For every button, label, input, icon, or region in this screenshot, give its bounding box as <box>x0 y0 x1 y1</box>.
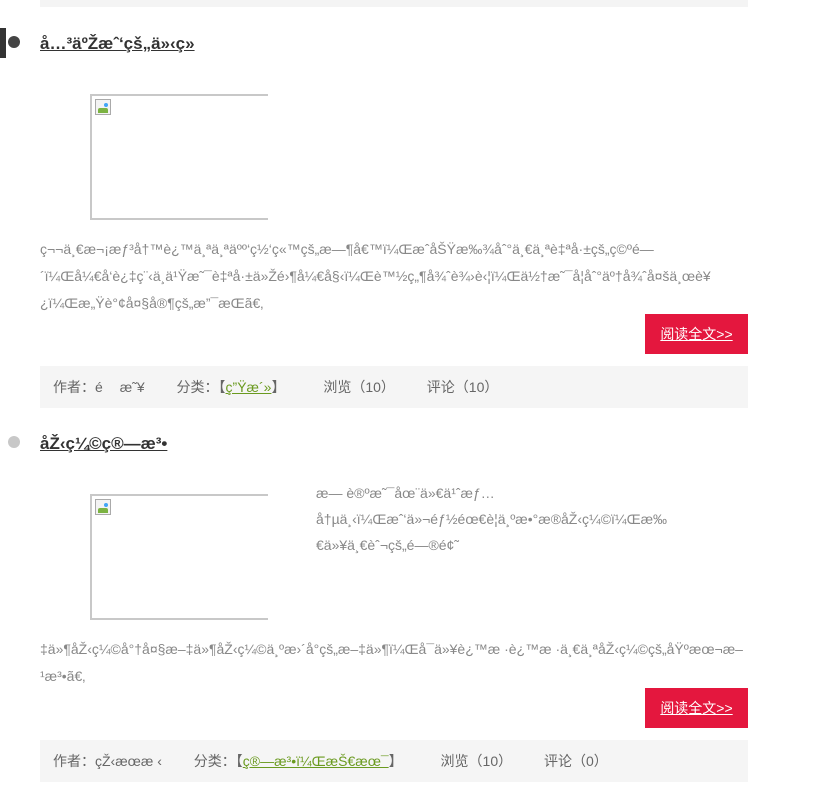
view-count: 浏览（10） <box>323 379 395 395</box>
author-name: éæ˜¥ <box>95 379 145 395</box>
view-count: 浏览（10） <box>440 753 513 769</box>
post-meta-bar: 作者：çŽ‹æœæ ‹ 分类：【ç®—æ³•ï¼ŒæŠ€æœ¯】 浏览（10） … <box>40 740 748 782</box>
category-info: 分类：【ç”Ÿæ´»】 <box>176 379 286 395</box>
author-name: çŽ‹æœæ ‹ <box>95 753 162 769</box>
timeline-dot <box>8 436 20 448</box>
category-label: 分类： <box>176 379 219 395</box>
read-more-button[interactable]: 阅读全文>> <box>645 314 748 354</box>
broken-image-icon <box>95 499 111 515</box>
post-title-link[interactable]: å…³äºŽæˆ‘çš„ä»‹ç» <box>40 34 195 54</box>
post-meta-bar: 作者：éæ˜¥ 分类：【ç”Ÿæ´»】 浏览（10） 评论（10） <box>40 366 748 408</box>
post-title-link[interactable]: åŽ‹ç¼©ç®—æ³• <box>40 434 167 454</box>
author-info: 作者：çŽ‹æœæ ‹ <box>53 753 162 769</box>
top-divider <box>40 0 748 7</box>
author-label: 作者： <box>53 379 95 395</box>
read-more-button[interactable]: 阅读全文>> <box>645 688 748 728</box>
broken-image-icon <box>95 99 111 115</box>
category-label: 分类： <box>193 753 236 769</box>
timeline-dot <box>8 36 20 48</box>
post-thumbnail[interactable] <box>90 94 268 220</box>
post-thumbnail[interactable] <box>90 494 268 620</box>
category-info: 分类：【ç®—æ³•ï¼ŒæŠ€æœ¯】 <box>193 753 403 769</box>
comment-count[interactable]: 评论（10） <box>427 379 499 395</box>
timeline-marker <box>0 28 6 58</box>
author-info: 作者：éæ˜¥ <box>53 379 145 395</box>
author-label: 作者： <box>53 753 95 769</box>
category-link[interactable]: ç®—æ³•ï¼ŒæŠ€æœ¯ <box>243 753 389 769</box>
comment-count[interactable]: 评论（0） <box>544 753 608 769</box>
post-excerpt: ç¬¬ä¸€æ¬¡æƒ³å†™è¿™ä¸ªä¸ªäºº‘ç½‘ç«™çš„æ—¶… <box>40 241 711 311</box>
post-side-excerpt: æ— è®ºæ˜¯åœ¨ä»€ä¹ˆæƒ…å†µä¸‹ï¼Œæˆ‘ä»¬éƒ½é… <box>316 485 668 553</box>
post-excerpt: ‡ä»¶åŽ‹ç¼©å°†å¤§æ–‡ä»¶åŽ‹ç¼©ä¸ºæ›´å°çš„æ… <box>40 641 743 684</box>
category-link[interactable]: ç”Ÿæ´» <box>226 379 272 395</box>
